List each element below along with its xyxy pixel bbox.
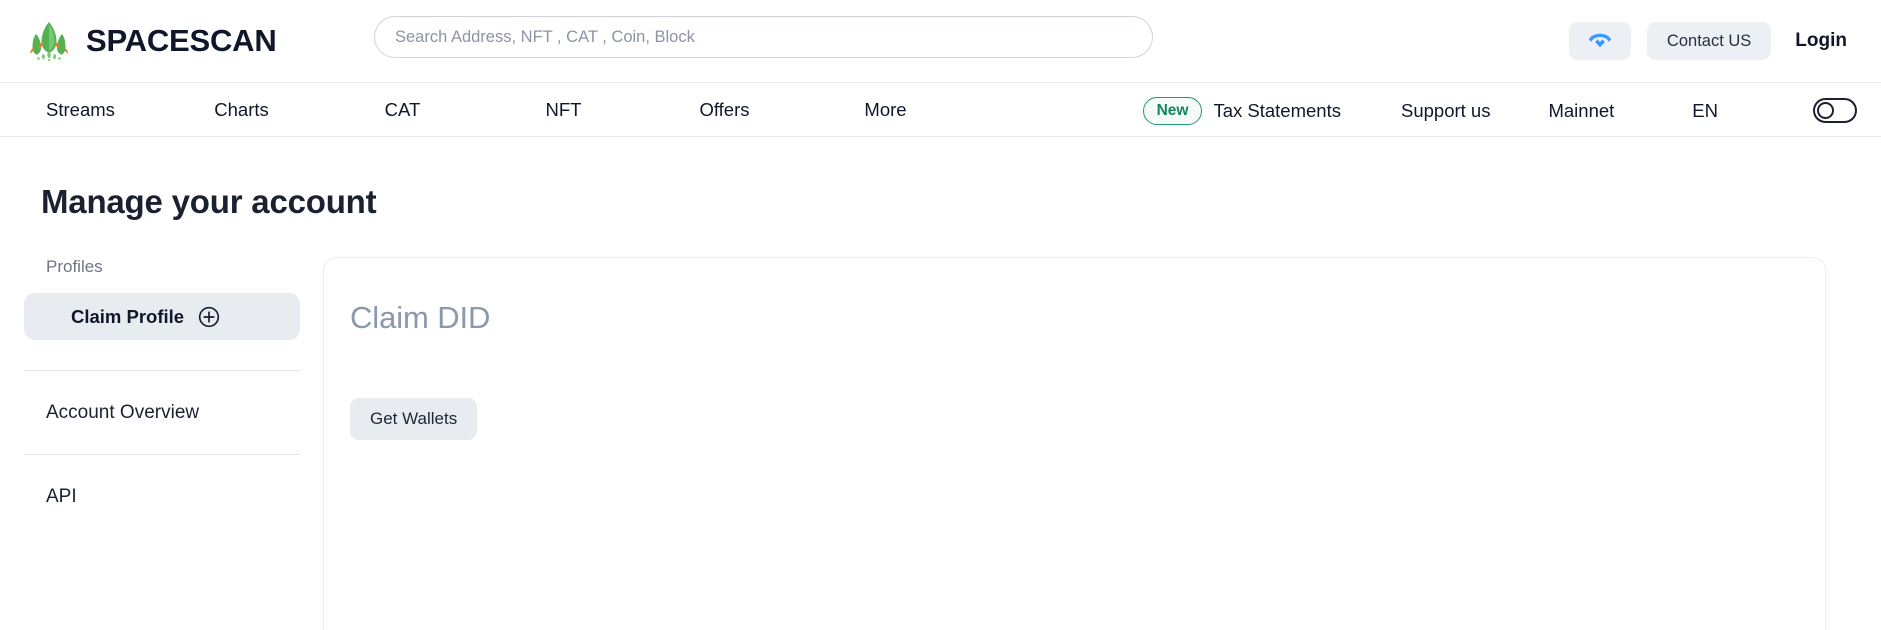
nav-item-offers[interactable]: Offers [644,99,805,121]
site-header: SPACESCAN Contact US Login [0,0,1881,82]
sidebar-item-account-overview[interactable]: Account Overview [24,371,323,454]
nav-item-streams[interactable]: Streams [0,99,161,121]
plus-circle-icon [198,306,220,328]
brand-logo-link[interactable]: SPACESCAN [26,18,277,64]
search-input[interactable] [374,16,1153,58]
nav-item-nft[interactable]: NFT [483,99,644,121]
main-navigation: Streams Charts CAT NFT Offers More New T… [0,82,1881,137]
nav-item-mainnet[interactable]: Mainnet [1548,100,1614,122]
sidebar-section-label-profiles: Profiles [46,257,103,276]
brand-name: SPACESCAN [86,23,277,58]
account-layout: Profiles Claim Profile Account Overview … [0,221,1881,630]
walletconnect-button[interactable] [1568,22,1631,60]
nav-item-tax-statements[interactable]: Tax Statements [1213,100,1341,122]
nav-item-support-us[interactable]: Support us [1401,100,1490,122]
sidebar-item-api[interactable]: API [24,455,323,538]
sidebar-item-claim-profile[interactable]: Claim Profile [24,293,300,340]
claim-did-panel: Claim DID Get Wallets [323,257,1826,630]
account-sidebar: Profiles Claim Profile Account Overview … [0,257,323,538]
theme-toggle-knob [1816,101,1834,119]
nav-primary-items: Streams Charts CAT NFT Offers More [0,99,966,121]
theme-toggle-icon[interactable] [1813,98,1857,123]
header-actions: Contact US Login [1568,0,1855,82]
search-container [374,16,1153,58]
nav-secondary-items: New Tax Statements Support us Mainnet EN [1142,83,1857,138]
get-wallets-button[interactable]: Get Wallets [350,398,478,440]
nav-item-language[interactable]: EN [1692,100,1718,122]
sidebar-item-label: Claim Profile [71,305,185,327]
nav-item-charts[interactable]: Charts [161,99,322,121]
nav-item-more[interactable]: More [805,99,966,121]
panel-title: Claim DID [350,300,491,335]
rocket-logo-icon [26,18,72,64]
page-title: Manage your account [41,183,377,220]
walletconnect-icon [1585,30,1615,52]
login-link[interactable]: Login [1787,30,1855,52]
nav-item-cat[interactable]: CAT [322,99,483,121]
contact-us-button[interactable]: Contact US [1646,22,1772,60]
status-badge-new: New [1142,96,1203,125]
